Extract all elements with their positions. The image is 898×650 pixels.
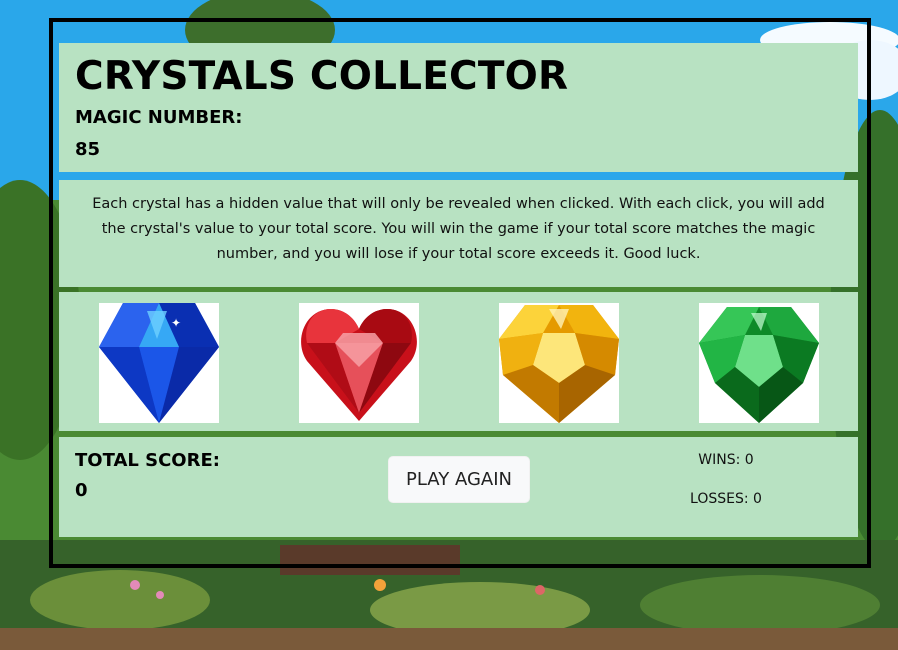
rules-text: Each crystal has a hidden value that wil… xyxy=(92,196,825,262)
play-again-button[interactable]: PLAY AGAIN xyxy=(388,456,530,503)
header-panel: CRYSTALS COLLECTOR MAGIC NUMBER: 85 xyxy=(59,43,858,172)
svg-text:✦: ✦ xyxy=(171,316,181,330)
magic-number-label: MAGIC NUMBER: xyxy=(75,107,243,128)
crystal-panel: ✦ xyxy=(59,292,858,431)
red-crystal-button[interactable] xyxy=(299,303,419,423)
magic-number-value: 85 xyxy=(75,139,101,160)
game-title: CRYSTALS COLLECTOR xyxy=(75,54,569,99)
green-crystal-button[interactable] xyxy=(699,303,819,423)
wins-counter: WINS: 0 xyxy=(698,452,754,468)
rules-panel: Each crystal has a hidden value that wil… xyxy=(59,180,858,287)
blue-diamond-crystal-icon: ✦ xyxy=(99,303,219,423)
total-score-value: 0 xyxy=(75,480,88,501)
yellow-crystal-icon xyxy=(499,305,619,423)
score-panel: TOTAL SCORE: 0 PLAY AGAIN WINS: 0 LOSSES… xyxy=(59,437,858,537)
red-heart-crystal-icon xyxy=(301,309,417,421)
total-score-label: TOTAL SCORE: xyxy=(75,450,220,471)
blue-crystal-button[interactable]: ✦ xyxy=(99,303,219,423)
yellow-crystal-button[interactable] xyxy=(499,303,619,423)
losses-counter: LOSSES: 0 xyxy=(690,491,762,507)
green-crystal-icon xyxy=(699,307,819,423)
